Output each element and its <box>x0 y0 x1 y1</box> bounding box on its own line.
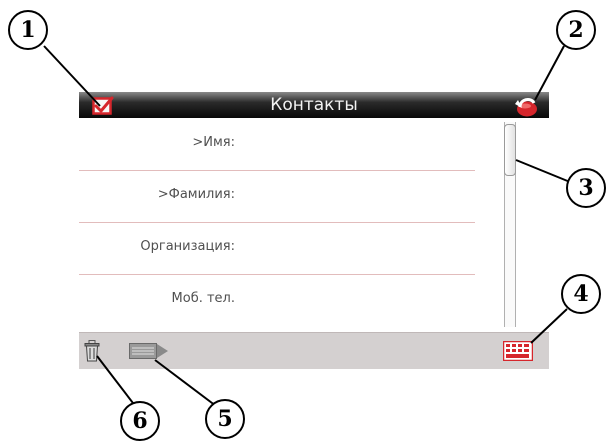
callout-4: 4 <box>561 274 601 314</box>
callout-leaders <box>43 45 571 408</box>
callout-2: 2 <box>556 10 596 50</box>
callout-1: 1 <box>8 10 48 50</box>
callout-6: 6 <box>120 401 160 441</box>
callout-5: 5 <box>205 399 245 439</box>
callout-3: 3 <box>566 168 606 208</box>
